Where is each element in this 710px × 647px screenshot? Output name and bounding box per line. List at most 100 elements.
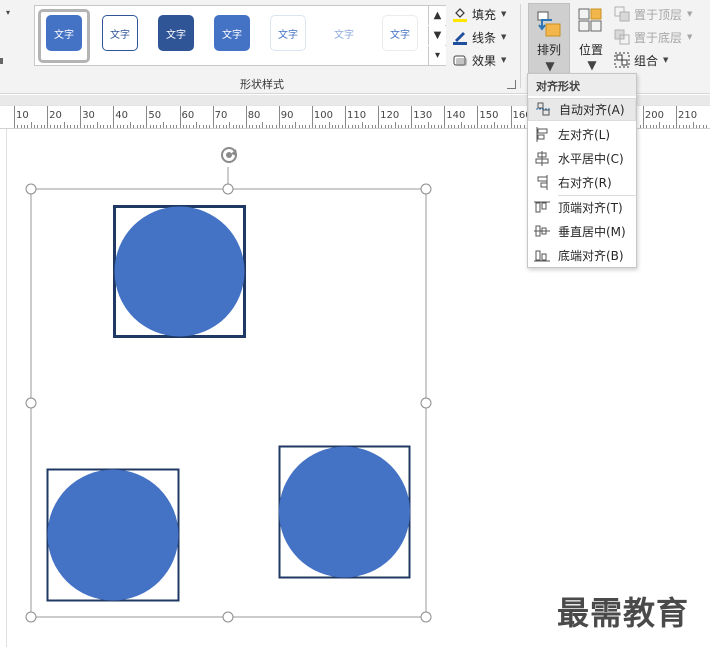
- ruler-minor-tick: [268, 125, 270, 128]
- style-thumb-1[interactable]: 文字: [46, 15, 82, 51]
- resize-handle-left[interactable]: [25, 397, 37, 409]
- style-thumb-2[interactable]: 文字: [102, 15, 138, 51]
- resize-handle-bottom-left[interactable]: [25, 611, 37, 623]
- ruler-minor-tick: [500, 125, 502, 128]
- ruler-minor-tick: [454, 125, 456, 128]
- ruler-minor-tick: [265, 125, 267, 128]
- style-thumb-7[interactable]: 文字: [382, 15, 418, 51]
- shape-effect-icon: [452, 52, 468, 68]
- ruler-major-tick: [179, 106, 181, 128]
- ruler-major-tick: [278, 106, 280, 128]
- ruler-minor-tick: [441, 125, 442, 128]
- bring-to-front-button[interactable]: 置于顶层 ▼: [614, 4, 692, 24]
- style-thumb-4[interactable]: 文字: [214, 15, 250, 51]
- menu-item-auto-align[interactable]: 自动对齐(A): [528, 98, 636, 121]
- ruler-minor-tick: [361, 122, 363, 128]
- ruler-minor-tick: [292, 125, 293, 128]
- ruler-minor-tick: [53, 125, 55, 128]
- ruler-minor-tick: [507, 125, 509, 128]
- ruler-minor-tick: [123, 125, 125, 128]
- gallery-scroll-down-icon[interactable]: ▼: [428, 26, 446, 45]
- line-label: 线条: [472, 30, 497, 45]
- menu-item-label: 右对齐(R): [558, 176, 612, 190]
- ruler-minor-tick: [96, 122, 98, 128]
- arrange-button[interactable]: 排列 ▼: [528, 3, 570, 74]
- ruler-minor-tick: [497, 125, 499, 128]
- ruler-minor-tick: [695, 125, 697, 128]
- ruler-minor-tick: [669, 125, 671, 128]
- ruler-minor-tick: [229, 122, 231, 128]
- ruler-minor-tick: [209, 125, 211, 128]
- menu-item-align-left[interactable]: 左对齐(L): [528, 123, 636, 146]
- menu-item-align-bottom[interactable]: 底端对齐(B): [528, 244, 636, 267]
- group-icon: [614, 52, 630, 68]
- ruler-major-tick: [80, 106, 82, 128]
- rotate-handle-icon[interactable]: [221, 147, 237, 163]
- ruler-minor-tick: [196, 122, 198, 128]
- ruler-minor-tick: [407, 125, 409, 128]
- ruler-minor-tick: [57, 125, 58, 128]
- ruler-minor-tick: [513, 125, 515, 128]
- ruler-major-tick: [642, 106, 644, 128]
- ruler-minor-tick: [474, 125, 476, 128]
- menu-item-align-top[interactable]: 顶端对齐(T): [528, 196, 636, 219]
- ruler-minor-tick: [17, 125, 19, 128]
- style-thumb-5[interactable]: 文字: [270, 15, 306, 51]
- ruler-minor-tick: [40, 125, 42, 128]
- fill-button[interactable]: 填充 ▼: [452, 4, 506, 24]
- ruler-minor-tick: [262, 122, 264, 128]
- ruler-major-tick: [146, 106, 148, 128]
- ruler-tick-label: 110: [347, 110, 367, 121]
- ruler-minor-tick: [503, 125, 505, 128]
- ruler-minor-tick: [308, 125, 310, 128]
- resize-handle-top[interactable]: [222, 183, 234, 195]
- ruler-tick-label: 100: [313, 110, 333, 121]
- ruler-minor-tick: [328, 122, 330, 128]
- ribbon-edge-marker: [0, 58, 3, 64]
- fill-label: 填充: [472, 7, 497, 22]
- ruler-minor-tick: [288, 125, 290, 128]
- send-to-back-button[interactable]: 置于底层 ▼: [614, 27, 692, 47]
- chevron-down-icon[interactable]: ▾: [6, 8, 10, 17]
- position-label: 位置: [578, 43, 603, 57]
- menu-item-align-right[interactable]: 右对齐(R): [528, 171, 636, 194]
- effect-button[interactable]: 效果 ▼: [452, 50, 506, 70]
- circle-shape-1[interactable]: [114, 206, 245, 337]
- menu-item-align-middle[interactable]: 垂直居中(M): [528, 220, 636, 243]
- shape-styles-gallery[interactable]: 文字 文字 文字 文字 文字 文字 文字 ▲ ▼ ▾: [34, 5, 446, 66]
- style-thumb-6[interactable]: 文字: [326, 15, 362, 51]
- watermark-logo: 最需教育: [557, 594, 690, 632]
- group-button[interactable]: 组合 ▼: [614, 50, 668, 70]
- gallery-scroll-up-icon[interactable]: ▲: [428, 6, 446, 25]
- resize-handle-right[interactable]: [420, 397, 432, 409]
- dialog-launcher-icon[interactable]: [507, 80, 516, 89]
- ruler-minor-tick: [199, 125, 201, 128]
- chevron-down-icon: ▼: [687, 33, 693, 41]
- style-thumb-3[interactable]: 文字: [158, 15, 194, 51]
- line-button[interactable]: 线条 ▼: [452, 27, 506, 47]
- resize-handle-bottom-right[interactable]: [420, 611, 432, 623]
- bring-front-label: 置于顶层: [634, 7, 683, 22]
- ruler-minor-tick: [427, 122, 429, 128]
- resize-handle-top-right[interactable]: [420, 183, 432, 195]
- ruler-minor-tick: [685, 125, 687, 128]
- ruler-minor-tick: [487, 125, 489, 128]
- circle-shape-2[interactable]: [47, 469, 179, 601]
- position-button[interactable]: 位置 ▼: [573, 3, 609, 74]
- resize-handle-bottom[interactable]: [222, 611, 234, 623]
- ruler-minor-tick: [235, 125, 237, 128]
- ruler-major-tick: [378, 106, 380, 128]
- resize-handle-top-left[interactable]: [25, 183, 37, 195]
- ruler-minor-tick: [480, 125, 482, 128]
- ruler-major-tick: [477, 106, 479, 128]
- circle-shape-3[interactable]: [279, 446, 410, 578]
- ruler-minor-tick: [60, 125, 62, 128]
- ruler-minor-tick: [225, 125, 227, 128]
- menu-item-align-center[interactable]: 水平居中(C): [528, 147, 636, 170]
- ruler-minor-tick: [119, 125, 121, 128]
- ruler-minor-tick: [457, 125, 459, 128]
- ruler-minor-tick: [206, 125, 207, 128]
- arrange-icon: [536, 10, 564, 41]
- chevron-down-icon: ▼: [501, 33, 507, 41]
- gallery-more-icon[interactable]: ▾: [428, 46, 446, 65]
